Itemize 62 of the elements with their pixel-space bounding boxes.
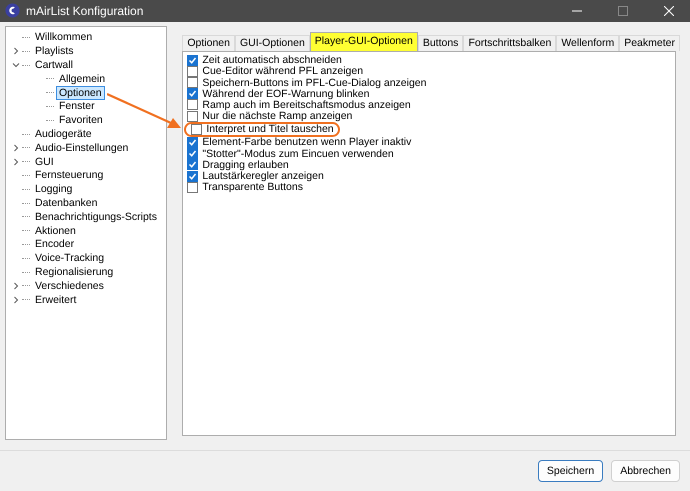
option-label: Element-Farbe benutzen wenn Player inaktiv (202, 136, 412, 148)
tree-item[interactable]: Cartwall (32, 58, 76, 72)
chevron-down-icon[interactable] (12, 61, 20, 70)
tab[interactable]: Fortschrittsbalken (463, 34, 556, 51)
checkbox[interactable] (187, 159, 198, 170)
option-label: Ramp auch im Bereitschaftsmodus anzeigen (202, 98, 411, 111)
app-logo-icon (5, 3, 20, 18)
tab[interactable]: Optionen (182, 34, 235, 51)
window-title: mAirList Konfiguration (26, 4, 144, 18)
chevron-right-icon[interactable] (12, 158, 20, 166)
option-label: "Stotter"-Modus zum Eincuen verwenden (202, 148, 394, 160)
chevron-right-icon[interactable] (12, 296, 20, 304)
option-label: Während der EOF-Warnung blinken (202, 88, 370, 100)
option-label: Cue-Editor während PFL anzeigen (202, 65, 364, 78)
tree-item[interactable]: Aktionen (32, 224, 79, 238)
close-icon[interactable] (664, 6, 674, 16)
tree-item[interactable]: Fernsteuerung (32, 168, 106, 182)
checkbox[interactable] (187, 54, 198, 66)
tree-item[interactable]: Willkommen (32, 30, 96, 44)
option-label: Speichern-Buttons im PFL-Cue-Dialog anzeigen (202, 76, 426, 89)
checkbox[interactable] (187, 77, 198, 88)
tree-item[interactable]: Optionen (56, 86, 105, 100)
tree-item[interactable]: Playlists (32, 44, 77, 58)
tree-item[interactable]: Fenster (56, 99, 98, 114)
checkbox[interactable] (187, 136, 198, 148)
checkbox[interactable] (191, 124, 202, 135)
option-label: Interpret und Titel tauschen (206, 123, 334, 136)
checkbox[interactable] (187, 88, 198, 100)
option-label: Nur die nächste Ramp anzeigen (202, 110, 352, 122)
tree-item[interactable]: Datenbanken (32, 196, 100, 210)
tree-item[interactable]: Benachrichtigungs-Scripts (32, 210, 160, 224)
tree-item[interactable]: Allgemein (56, 72, 108, 86)
tab[interactable]: GUI-Optionen (235, 34, 310, 51)
checkbox[interactable] (187, 99, 198, 110)
chevron-right-icon[interactable] (12, 282, 20, 290)
checkbox[interactable] (187, 66, 198, 77)
tree-item[interactable]: Audio-Einstellungen (32, 140, 132, 155)
chevron-right-icon[interactable] (12, 144, 20, 152)
tree-item[interactable]: Verschiedenes (32, 278, 107, 293)
tree-item[interactable]: GUI (32, 154, 57, 169)
save-button[interactable]: Speichern (538, 460, 604, 482)
option-label: Zeit automatisch abschneiden (202, 54, 342, 66)
cancel-button[interactable]: Abbrechen (611, 460, 680, 482)
tree-item[interactable]: Voice-Tracking (32, 251, 108, 266)
tab[interactable]: Peakmeter (619, 34, 680, 51)
chevron-right-icon[interactable] (12, 47, 20, 56)
option-label: Transparente Buttons (202, 181, 303, 194)
tree-item[interactable]: Regionalisierung (32, 265, 116, 280)
option-label: Lautstärkeregler anzeigen (202, 170, 324, 182)
tree-item[interactable]: Encoder (32, 237, 78, 252)
checkbox[interactable] (187, 110, 198, 122)
tree-item[interactable]: Audiogeräte (32, 127, 95, 142)
tab[interactable]: Buttons (418, 34, 464, 51)
checkbox[interactable] (187, 182, 198, 193)
tab[interactable]: Player-GUI-Optionen (310, 32, 418, 51)
tree-item[interactable]: Favoriten (56, 113, 106, 128)
checkbox[interactable] (187, 170, 198, 182)
maximize-icon[interactable] (618, 6, 628, 16)
tree-item[interactable]: Erweitert (32, 292, 80, 307)
tree-item[interactable]: Logging (32, 182, 76, 196)
tab[interactable]: Wellenform (556, 34, 620, 51)
option-label: Dragging erlauben (202, 158, 289, 171)
